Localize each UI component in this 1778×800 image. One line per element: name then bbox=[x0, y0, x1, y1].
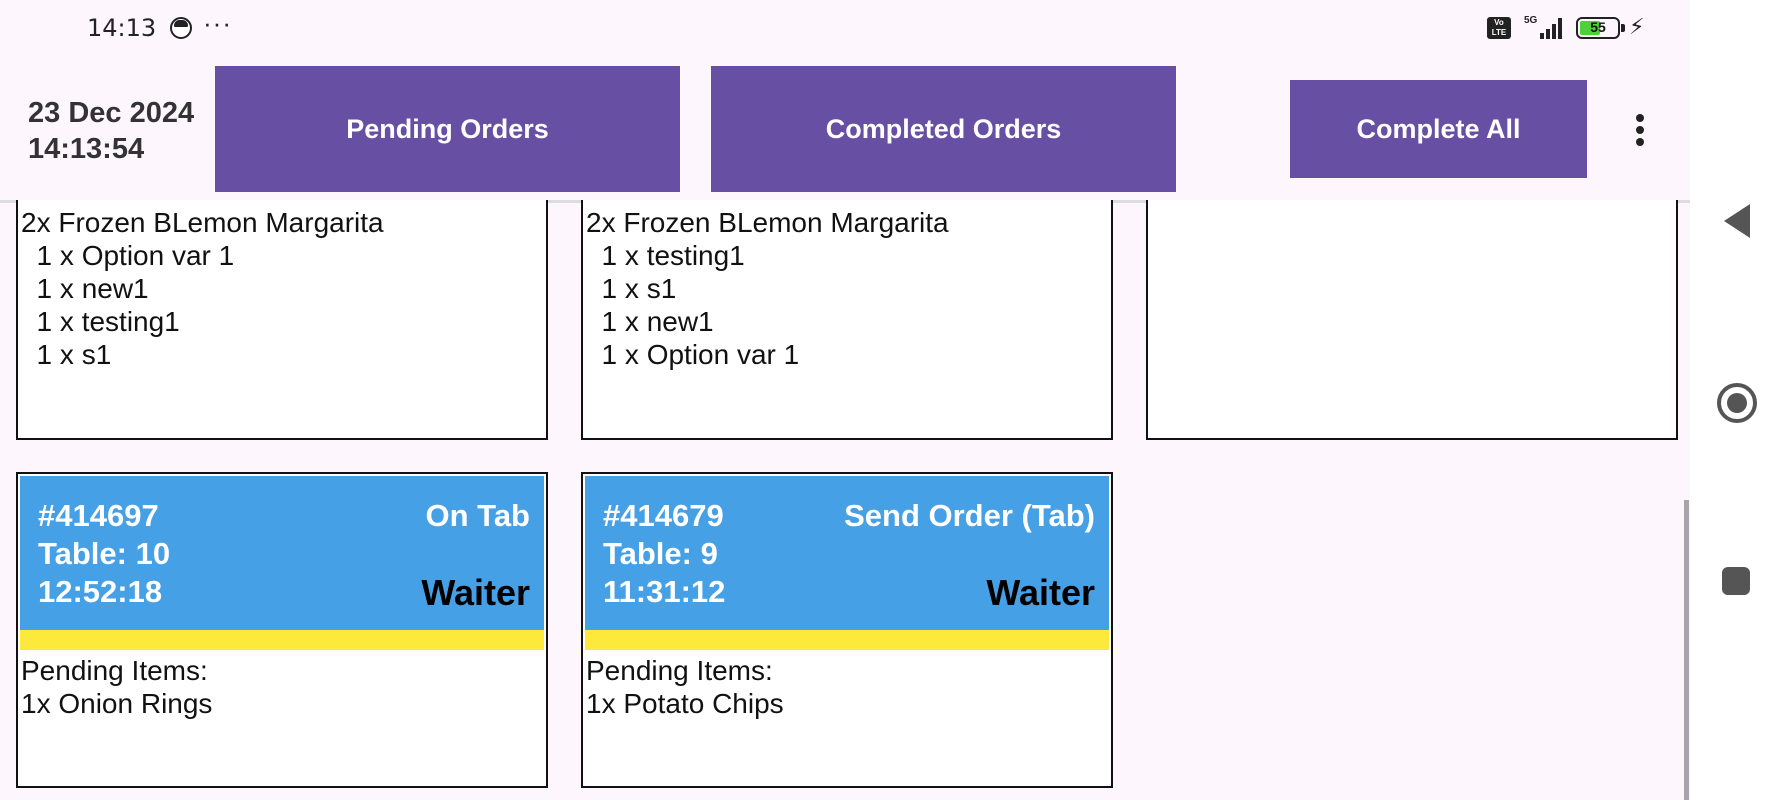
order-time: 12:52:18 bbox=[38, 574, 163, 609]
home-icon[interactable] bbox=[1717, 383, 1757, 423]
order-card[interactable] bbox=[1146, 200, 1678, 440]
pending-orders-button[interactable]: Pending Orders bbox=[215, 66, 680, 192]
charging-icon: ⚡︎ bbox=[1629, 14, 1645, 39]
order-items: 2x Frozen BLemon Margarita 1 x testing1 … bbox=[586, 207, 949, 370]
completed-orders-button[interactable]: Completed Orders bbox=[711, 66, 1176, 192]
status-time: 14:13 bbox=[87, 14, 157, 42]
volte-icon: Vo LTE bbox=[1487, 17, 1511, 39]
header-time: 14:13:54 bbox=[28, 133, 145, 165]
header-date: 23 Dec 2024 bbox=[28, 97, 195, 129]
battery-level: 55 bbox=[1590, 19, 1606, 35]
complete-all-button[interactable]: Complete All bbox=[1290, 80, 1587, 178]
order-role: Waiter bbox=[421, 572, 530, 613]
scrollbar[interactable] bbox=[1684, 500, 1689, 800]
battery-icon: 55 bbox=[1576, 17, 1625, 39]
network-type-label: 5G bbox=[1524, 15, 1538, 26]
order-status: On Tab bbox=[425, 498, 530, 533]
signal-icon: 5G bbox=[1524, 15, 1562, 39]
order-status: Send Order (Tab) bbox=[844, 498, 1095, 533]
order-card-header: #414679 Table: 9 11:31:12 Send Order (Ta… bbox=[585, 476, 1109, 650]
order-card[interactable]: #414697 Table: 10 12:52:18 On Tab Waiter… bbox=[16, 472, 548, 788]
order-time: 11:31:12 bbox=[603, 574, 726, 609]
order-table: Table: 10 bbox=[38, 536, 171, 571]
recents-icon[interactable] bbox=[1722, 567, 1750, 595]
more-options-icon[interactable] bbox=[1628, 110, 1652, 150]
notification-face-icon bbox=[170, 17, 192, 39]
order-id: #414679 bbox=[603, 498, 724, 533]
order-items: 2x Frozen BLemon Margarita 1 x Option va… bbox=[21, 207, 384, 370]
order-items: Pending Items: 1x Onion Rings bbox=[21, 655, 213, 719]
order-card[interactable]: 2x Frozen BLemon Margarita 1 x Option va… bbox=[16, 200, 548, 440]
order-card[interactable]: #414679 Table: 9 11:31:12 Send Order (Ta… bbox=[581, 472, 1113, 788]
order-id: #414697 bbox=[38, 498, 159, 533]
datetime-display: 23 Dec 2024 14:13:54 bbox=[28, 95, 194, 167]
order-table: Table: 9 bbox=[603, 536, 718, 571]
order-items bbox=[1148, 200, 1676, 212]
back-icon[interactable] bbox=[1724, 204, 1750, 238]
order-role: Waiter bbox=[986, 572, 1095, 613]
order-items: Pending Items: 1x Potato Chips bbox=[586, 655, 784, 719]
more-notifications-icon: ··· bbox=[203, 8, 232, 38]
order-card-header: #414697 Table: 10 12:52:18 On Tab Waiter bbox=[20, 476, 544, 650]
order-card[interactable]: 2x Frozen BLemon Margarita 1 x testing1 … bbox=[581, 200, 1113, 440]
